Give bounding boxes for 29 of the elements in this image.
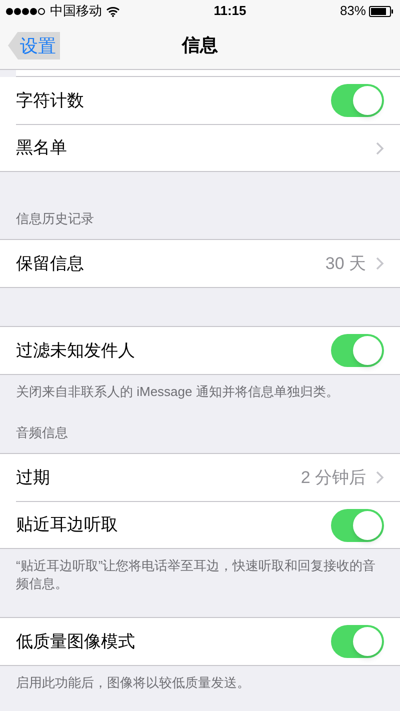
wifi-icon — [106, 6, 120, 16]
section-footer: 关闭来自非联系人的 iMessage 通知并将信息单独归类。 — [16, 383, 384, 401]
page-title: 信息 — [182, 34, 218, 57]
setting-label: 黑名单 — [16, 137, 68, 160]
clock-time: 11:15 — [214, 2, 246, 20]
battery-icon — [368, 6, 394, 16]
setting-value: 30 天 — [325, 252, 366, 275]
section-footer: 启用此功能后，图像将以较低质量发送。 — [16, 674, 384, 692]
carrier-name: 中国移动 — [50, 2, 102, 20]
chevron-icon — [376, 257, 384, 270]
chevron-icon — [376, 471, 384, 484]
section-footer: “贴近耳边听取”让您将电话举至耳边，快速听取和回复接收的音频信息。 — [16, 557, 384, 593]
setting-label: 过期 — [16, 466, 51, 489]
back-button[interactable]: 设置 — [8, 32, 60, 60]
chevron-icon — [376, 142, 384, 154]
setting-label: 低质量图像模式 — [16, 630, 136, 653]
signal-icon — [6, 8, 46, 14]
toggle-switch[interactable] — [331, 625, 384, 658]
setting-label: 字符计数 — [16, 90, 85, 112]
toggle-switch[interactable] — [331, 84, 384, 117]
battery-percent: 83% — [340, 2, 366, 20]
toggle-switch[interactable] — [331, 334, 384, 367]
setting-label: 过滤未知发件人 — [16, 340, 136, 362]
setting-label: 贴近耳边听取 — [16, 514, 119, 536]
setting-value: 2 分钟后 — [300, 466, 366, 489]
section-header: 信息历史记录 — [16, 211, 94, 226]
section-header: 音频信息 — [16, 425, 68, 440]
setting-label: 保留信息 — [16, 252, 85, 275]
toggle-switch[interactable] — [331, 508, 384, 542]
